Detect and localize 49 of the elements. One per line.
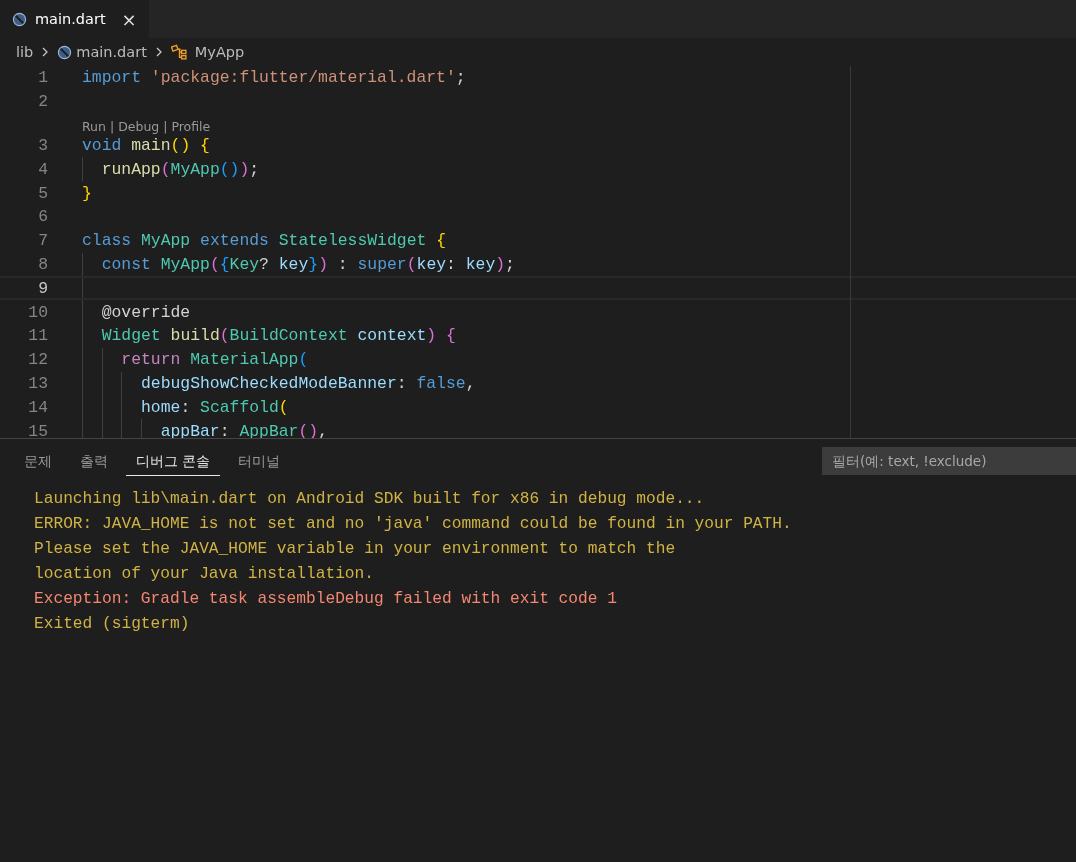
code-line: @override (100, 302, 191, 322)
code-line: home: Scaffold( (140, 397, 289, 417)
code-line: debugShowCheckedModeBanner: false, (140, 373, 476, 393)
editor-tab[interactable]: main.dart × (0, 0, 149, 38)
line-number: 8 (38, 254, 48, 274)
line-number: 3 (38, 136, 48, 155)
code-line: Widget build(BuildContext context) { (100, 326, 456, 346)
line-number: 12 (28, 350, 48, 370)
code-line: runApp(MyApp()); (100, 159, 260, 179)
codelens-links[interactable]: Run | Debug | Profile (82, 118, 211, 134)
line-number: 7 (38, 231, 48, 251)
line-number: 11 (28, 326, 48, 346)
console-line: location of your Java installation. (34, 564, 375, 585)
code-line: return MaterialApp( (120, 350, 309, 370)
line-number: 9 (38, 278, 48, 298)
panel-tab[interactable]: 문제 (14, 446, 62, 476)
console-line: Exception: Gradle task assembleDebug failed with exit code 1 (34, 589, 618, 610)
panel-tab[interactable]: 터미널 (228, 446, 291, 476)
console-line: ERROR: JAVA_HOME is not set and no 'java' command could be found in your PATH. (34, 514, 793, 535)
panel-tab[interactable]: 디버그 콘솔 (126, 446, 221, 476)
file-icon (12, 11, 27, 27)
line-number: 5 (38, 183, 48, 203)
breadcrumb-item[interactable]: main.dart (76, 44, 147, 60)
breadcrumb-item[interactable]: lib (16, 44, 34, 60)
hierarchy-icon (170, 43, 188, 61)
code-line: appBar: AppBar(), (159, 421, 328, 438)
chevron-icon (154, 46, 163, 58)
line-number: 14 (28, 397, 48, 417)
code-line: class MyApp extends StatelessWidget { (82, 231, 446, 251)
line-number: 2 (38, 92, 48, 112)
breadcrumb-item[interactable]: MyApp (194, 44, 245, 60)
line-number: 1 (38, 68, 48, 88)
console-line: Exited (sigterm) (34, 614, 191, 635)
close-icon[interactable]: × (121, 8, 137, 30)
panel-tab[interactable]: 출력 (70, 446, 118, 476)
line-number: 6 (38, 207, 48, 227)
code-line: import 'package:flutter/material.dart'; (82, 68, 466, 88)
code-line: const MyApp({Key? key}) : super(key: key); (100, 254, 515, 274)
console-line: Launching lib\main.dart on Android SDK built for x86 in debug mode... (34, 489, 706, 510)
chevron-icon (41, 46, 50, 58)
code-line: } (82, 183, 92, 203)
filter-field[interactable]: 필터(예: text, !exclude) (822, 447, 1076, 475)
code-line: void main() { (82, 136, 210, 155)
line-number: 15 (28, 421, 48, 438)
line-number: 13 (28, 373, 48, 393)
line-number: 10 (28, 302, 48, 322)
file-icon (57, 44, 73, 60)
line-number: 4 (38, 159, 48, 179)
console-line: Please set the JAVA_HOME variable in your environment to match the (34, 539, 677, 560)
